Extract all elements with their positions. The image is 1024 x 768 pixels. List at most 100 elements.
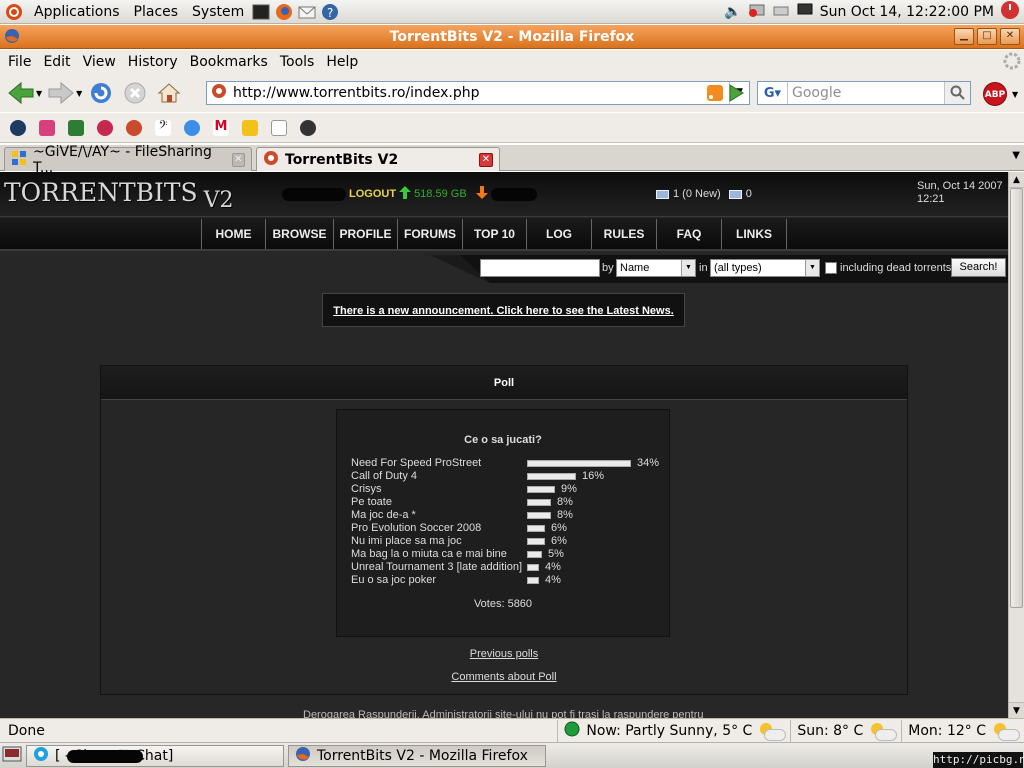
- rss-feed-icon[interactable]: [707, 85, 723, 105]
- bookmark-icon-5[interactable]: [126, 119, 142, 136]
- web-search-box[interactable]: G▾ Google: [757, 81, 971, 105]
- tab-list-dropdown[interactable]: ▼: [1012, 150, 1020, 161]
- applications-menu[interactable]: Applications: [27, 4, 127, 20]
- close-window-button[interactable]: ✕: [1000, 28, 1020, 45]
- poll-comments-row: Comments about Poll: [101, 671, 907, 683]
- bookmark-icon-6[interactable]: 𝄢: [155, 119, 171, 136]
- previous-polls-link[interactable]: Previous polls: [470, 648, 538, 660]
- inbox-count[interactable]: 1 (0 New): [673, 188, 721, 200]
- bookmark-icon-10[interactable]: [271, 119, 287, 136]
- ubuntu-logo-icon[interactable]: [4, 2, 24, 22]
- torrent-search-input[interactable]: [480, 259, 600, 277]
- bookmark-icon-11[interactable]: [300, 119, 316, 136]
- poll-option-label: Pro Evolution Soccer 2008: [351, 522, 482, 534]
- show-desktop-icon[interactable]: [2, 745, 22, 767]
- menu-file[interactable]: File: [2, 54, 37, 70]
- nav-browse[interactable]: BROWSE: [266, 219, 334, 249]
- poll-option-label: Need For Speed ProStreet: [351, 457, 482, 469]
- tab-torrentbits[interactable]: TorrentBits V2 ✕: [256, 147, 500, 171]
- task-skype-chat[interactable]: [ - Skype™ Chat]: [26, 744, 284, 767]
- menu-edit[interactable]: Edit: [37, 54, 76, 70]
- search-in-label: in: [699, 262, 708, 274]
- adblock-plus-icon[interactable]: ABP: [983, 82, 1007, 106]
- forward-button[interactable]: [46, 78, 76, 108]
- nav-home[interactable]: HOME: [202, 219, 266, 249]
- mail-launcher-icon[interactable]: [297, 2, 317, 22]
- bookmark-icon-4[interactable]: [97, 119, 113, 136]
- site-favicon-icon: [211, 83, 227, 103]
- nav-forums[interactable]: FORUMS: [398, 219, 463, 249]
- page-scrollbar[interactable]: ▲ ▼: [1008, 172, 1024, 718]
- status-text: Done: [8, 722, 45, 739]
- weather-sunday[interactable]: Sun: 8° C: [790, 719, 901, 742]
- stop-button[interactable]: [120, 78, 150, 108]
- reload-button[interactable]: [86, 78, 116, 108]
- weather-monday[interactable]: Mon: 12° C: [901, 719, 1024, 742]
- outbox-envelope-icon[interactable]: [728, 189, 742, 199]
- firefox-launcher-icon[interactable]: [274, 2, 294, 22]
- announcement-link[interactable]: There is a new announcement. Click here …: [333, 305, 674, 317]
- bookmark-icon-7[interactable]: [184, 119, 200, 136]
- url-bar[interactable]: http://www.torrentbits.ro/index.php ▼: [206, 81, 750, 105]
- window-titlebar[interactable]: TorrentBits V2 - Mozilla Firefox ▁ □ ✕: [0, 25, 1024, 49]
- nav-profile[interactable]: PROFILE: [334, 219, 398, 249]
- maximize-button[interactable]: □: [977, 28, 997, 45]
- close-tab-icon[interactable]: ✕: [479, 152, 493, 167]
- google-engine-icon[interactable]: G▾: [758, 82, 788, 104]
- window-title: TorrentBits V2 - Mozilla Firefox: [389, 29, 635, 45]
- shutdown-icon[interactable]: [1000, 0, 1020, 24]
- nav-faq[interactable]: FAQ: [657, 219, 722, 249]
- minimize-button[interactable]: ▁: [954, 28, 974, 45]
- terminal-launcher-icon[interactable]: [251, 2, 271, 22]
- menu-view[interactable]: View: [77, 54, 122, 70]
- tab-givaway[interactable]: ~GiVE/\/AY~ - FileSharing T... ✕: [4, 144, 252, 176]
- bookmark-icon-3[interactable]: [68, 119, 84, 136]
- search-button[interactable]: Search!: [951, 258, 1006, 277]
- menu-tools[interactable]: Tools: [274, 54, 321, 70]
- outbox-count[interactable]: 0: [746, 188, 752, 200]
- home-button[interactable]: [154, 78, 184, 108]
- scroll-up-arrow[interactable]: ▲: [1009, 172, 1024, 188]
- poll-comments-link[interactable]: Comments about Poll: [451, 671, 556, 683]
- menu-bookmarks[interactable]: Bookmarks: [184, 54, 274, 70]
- task-firefox[interactable]: TorrentBits V2 - Mozilla Firefox: [288, 744, 546, 767]
- scroll-down-arrow[interactable]: ▼: [1009, 702, 1024, 718]
- poll-option-percent: 9%: [561, 483, 577, 495]
- menu-history[interactable]: History: [122, 54, 184, 70]
- nav-links[interactable]: LINKS: [722, 219, 787, 249]
- help-launcher-icon[interactable]: ?: [320, 2, 340, 22]
- volume-icon[interactable]: 🔈: [724, 4, 741, 20]
- back-history-dropdown[interactable]: ▼: [36, 89, 42, 98]
- search-type-select[interactable]: (all types) ▼: [710, 259, 820, 277]
- search-magnifier-icon[interactable]: [944, 82, 970, 104]
- forward-history-dropdown[interactable]: ▼: [76, 89, 82, 98]
- redacted-skype-name: [67, 749, 143, 763]
- site-logo[interactable]: TORRENTBITS V2: [4, 178, 234, 213]
- nav-top10[interactable]: TOP 10: [463, 219, 527, 249]
- bookmark-icon-2[interactable]: [39, 119, 55, 136]
- search-type-value: (all types): [714, 262, 762, 274]
- display-icon[interactable]: [796, 2, 814, 22]
- nav-log[interactable]: LOG: [527, 219, 592, 249]
- adblock-dropdown[interactable]: ▼: [1012, 90, 1018, 99]
- back-button[interactable]: [6, 78, 36, 108]
- bookmark-icon-8[interactable]: M: [213, 119, 229, 136]
- search-by-select[interactable]: Name ▼: [616, 259, 696, 277]
- printer-icon[interactable]: [772, 2, 790, 22]
- go-button[interactable]: [726, 82, 746, 108]
- system-menu[interactable]: System: [185, 4, 251, 20]
- panel-clock[interactable]: Sun Oct 14, 12:22:00 PM: [820, 4, 994, 20]
- places-menu[interactable]: Places: [127, 4, 186, 20]
- close-tab-icon[interactable]: ✕: [231, 152, 245, 167]
- menu-help[interactable]: Help: [320, 54, 364, 70]
- nav-rules[interactable]: RULES: [592, 219, 657, 249]
- include-dead-checkbox[interactable]: [825, 262, 837, 274]
- logout-link[interactable]: LOGOUT: [349, 188, 396, 200]
- scroll-thumb[interactable]: [1010, 188, 1023, 608]
- network-icon[interactable]: [748, 2, 766, 22]
- bookmark-icon-1[interactable]: [10, 119, 26, 136]
- poll-option-label: Nu imi place sa ma joc: [351, 535, 462, 547]
- weather-now[interactable]: Now: Partly Sunny, 5° C: [557, 719, 790, 742]
- inbox-envelope-icon[interactable]: [656, 189, 669, 199]
- bookmark-icon-9[interactable]: [242, 119, 258, 136]
